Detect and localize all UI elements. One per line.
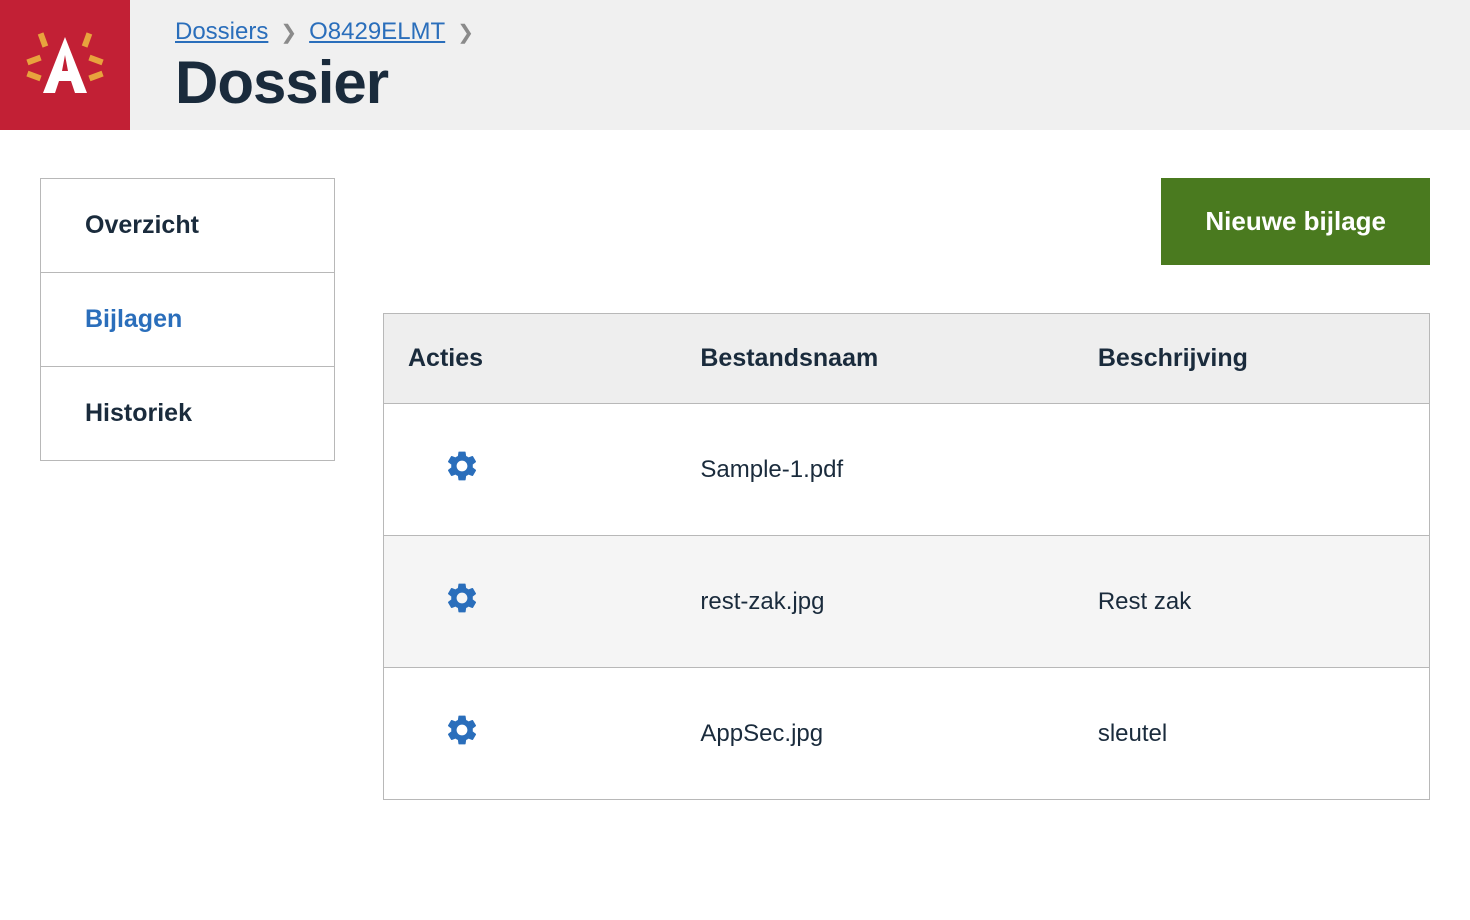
table-cell-actions [384, 404, 677, 536]
table-cell-filename: AppSec.jpg [676, 668, 1073, 800]
table-cell-filename: rest-zak.jpg [676, 536, 1073, 668]
sidebar-item-label: Overzicht [85, 211, 199, 239]
sidebar-item-label: Bijlagen [85, 305, 182, 333]
sidebar-item-overzicht[interactable]: Overzicht [41, 179, 334, 273]
chevron-right-icon: ❯ [457, 20, 474, 45]
table-row: Sample-1.pdf [384, 404, 1430, 536]
header-content: Dossiers ❯ O8429ELMT ❯ Dossier [130, 0, 514, 130]
table-header-actions: Acties [384, 314, 677, 404]
table-cell-description: Rest zak [1074, 536, 1430, 668]
table-row: AppSec.jpg sleutel [384, 668, 1430, 800]
sidebar-item-label: Historiek [85, 399, 192, 427]
content-toolbar: Nieuwe bijlage [383, 178, 1430, 265]
table-cell-filename: Sample-1.pdf [676, 404, 1073, 536]
row-actions-button[interactable] [444, 712, 480, 748]
table-cell-actions [384, 536, 677, 668]
breadcrumb: Dossiers ❯ O8429ELMT ❯ [175, 18, 474, 46]
row-actions-button[interactable] [444, 448, 480, 484]
table-row: rest-zak.jpg Rest zak [384, 536, 1430, 668]
table-cell-actions [384, 668, 677, 800]
antwerpen-logo-icon [15, 15, 115, 115]
sidebar: Overzicht Bijlagen Historiek [40, 178, 335, 461]
row-actions-button[interactable] [444, 580, 480, 616]
gear-icon [444, 448, 480, 484]
gear-icon [444, 580, 480, 616]
table-header-description: Beschrijving [1074, 314, 1430, 404]
attachments-table: Acties Bestandsnaam Beschrijving Sample-… [383, 313, 1430, 800]
logo [0, 0, 130, 130]
table-cell-description: sleutel [1074, 668, 1430, 800]
table-cell-description [1074, 404, 1430, 536]
page-title: Dossier [175, 48, 474, 117]
new-attachment-button[interactable]: Nieuwe bijlage [1161, 178, 1430, 265]
gear-icon [444, 712, 480, 748]
content-area: Nieuwe bijlage Acties Bestandsnaam Besch… [383, 178, 1430, 800]
sidebar-item-historiek[interactable]: Historiek [41, 367, 334, 460]
app-header: Dossiers ❯ O8429ELMT ❯ Dossier [0, 0, 1470, 130]
breadcrumb-link-dossier-id[interactable]: O8429ELMT [309, 18, 445, 46]
breadcrumb-link-dossiers[interactable]: Dossiers [175, 18, 268, 46]
main-content: Overzicht Bijlagen Historiek Nieuwe bijl… [0, 130, 1470, 848]
sidebar-item-bijlagen[interactable]: Bijlagen [41, 273, 334, 367]
chevron-right-icon: ❯ [280, 20, 297, 45]
table-header-filename: Bestandsnaam [676, 314, 1073, 404]
